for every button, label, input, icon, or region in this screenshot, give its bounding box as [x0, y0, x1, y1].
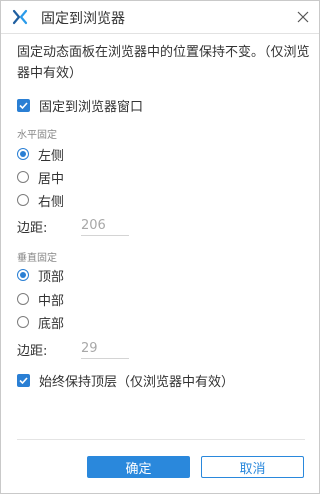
vertical-option-bottom[interactable]: 底部: [17, 312, 64, 332]
radio-center[interactable]: [17, 171, 29, 183]
horizontal-section-label: 水平固定: [17, 130, 57, 141]
axure-x-icon: [12, 9, 28, 25]
horizontal-margin-input[interactable]: [81, 216, 129, 236]
horizontal-margin-row: 边距:: [17, 216, 129, 236]
ok-button[interactable]: 确定: [87, 456, 190, 478]
vertical-option-middle[interactable]: 中部: [17, 289, 64, 309]
pin-to-browser-dialog: 固定到浏览器 固定动态面板在浏览器中的位置保持不变。（仅浏览器中有效） 固定到浏…: [0, 0, 320, 494]
radio-right-label: 右侧: [38, 194, 65, 210]
always-on-top-label: 始终保持顶层（仅浏览器中有效）: [39, 374, 235, 390]
horizontal-option-center[interactable]: 居中: [17, 167, 64, 187]
pin-to-browser-label: 固定到浏览器窗口: [39, 99, 144, 115]
dialog-title: 固定到浏览器: [41, 11, 125, 27]
checkmark-icon: [19, 101, 28, 109]
title-bar: 固定到浏览器: [1, 1, 319, 34]
dialog-description: 固定动态面板在浏览器中的位置保持不变。（仅浏览器中有效）: [17, 45, 310, 81]
radio-left[interactable]: [17, 148, 29, 160]
radio-left-label: 左侧: [38, 148, 65, 164]
footer-divider: [17, 439, 305, 440]
vertical-section-label: 垂直固定: [17, 253, 57, 264]
vertical-margin-label: 边距:: [17, 343, 48, 359]
radio-center-label: 居中: [38, 171, 65, 187]
pin-to-browser-checkbox[interactable]: [17, 98, 30, 112]
radio-top-label: 顶部: [38, 269, 65, 285]
radio-middle[interactable]: [17, 293, 29, 305]
vertical-option-top[interactable]: 顶部: [17, 265, 64, 285]
radio-right[interactable]: [17, 194, 29, 206]
always-on-top-checkbox[interactable]: [17, 373, 30, 387]
radio-bottom-label: 底部: [38, 316, 65, 332]
radio-middle-label: 中部: [38, 293, 65, 309]
horizontal-option-left[interactable]: 左侧: [17, 144, 64, 164]
vertical-margin-row: 边距:: [17, 339, 129, 359]
radio-top[interactable]: [17, 269, 29, 281]
horizontal-option-right[interactable]: 右侧: [17, 190, 64, 210]
radio-bottom[interactable]: [17, 316, 29, 328]
horizontal-margin-label: 边距:: [17, 220, 48, 236]
pin-to-browser-option[interactable]: 固定到浏览器窗口: [17, 95, 143, 115]
checkmark-icon: [19, 376, 28, 384]
vertical-margin-input[interactable]: [81, 339, 129, 359]
close-icon[interactable]: [293, 7, 313, 27]
always-on-top-option[interactable]: 始终保持顶层（仅浏览器中有效）: [17, 370, 234, 390]
cancel-button[interactable]: 取消: [201, 456, 304, 478]
